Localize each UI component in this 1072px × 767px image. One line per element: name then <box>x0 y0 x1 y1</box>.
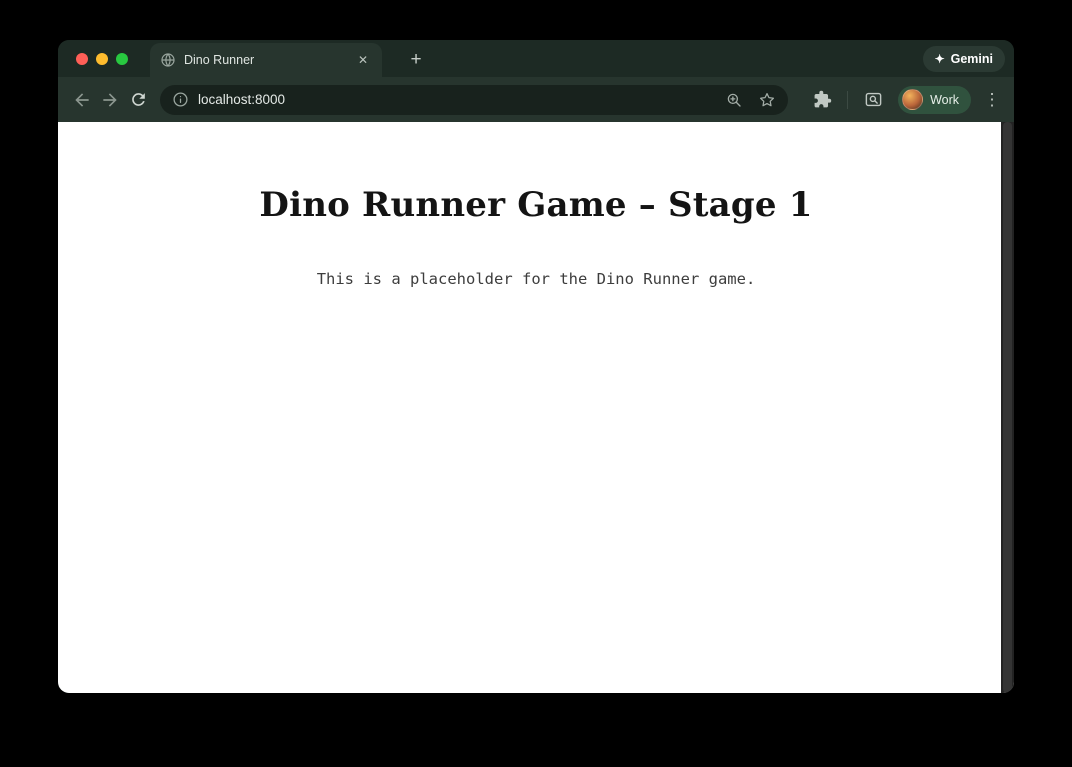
gemini-button[interactable]: ✦ Gemini <box>923 46 1005 72</box>
reload-icon <box>129 90 148 109</box>
tab-strip: Dino Runner ✕ + ✦ Gemini <box>58 40 1014 77</box>
url-text[interactable]: localhost:8000 <box>198 92 725 107</box>
address-bar[interactable]: localhost:8000 <box>160 85 788 115</box>
forward-button[interactable] <box>96 86 124 114</box>
profile-label: Work <box>930 93 959 107</box>
site-info-icon[interactable] <box>172 91 189 108</box>
close-window-button[interactable] <box>76 53 88 65</box>
tab-search-button[interactable] <box>859 86 887 114</box>
page-content: Dino Runner Game – Stage 1 This is a pla… <box>58 122 1014 693</box>
new-tab-button[interactable]: + <box>402 46 430 74</box>
window-search-icon <box>864 90 883 109</box>
zoom-icon[interactable] <box>725 91 743 109</box>
gemini-label: Gemini <box>951 52 993 66</box>
scrollbar-thumb[interactable] <box>1003 122 1012 693</box>
profile-avatar <box>902 89 923 110</box>
window-controls <box>76 40 128 77</box>
scrollbar[interactable] <box>1001 122 1014 693</box>
bookmark-star-icon[interactable] <box>758 91 776 109</box>
forward-arrow-icon <box>100 90 120 110</box>
omnibox-actions <box>725 91 776 109</box>
profile-chip[interactable]: Work <box>898 86 971 114</box>
browser-window: Dino Runner ✕ + ✦ Gemini <box>58 40 1014 693</box>
browser-menu-button[interactable]: ⋮ <box>982 91 1002 108</box>
page-title: Dino Runner Game – Stage 1 <box>58 122 1014 226</box>
minimize-window-button[interactable] <box>96 53 108 65</box>
toolbar-divider <box>847 91 848 109</box>
reload-button[interactable] <box>124 86 152 114</box>
tab-dino-runner[interactable]: Dino Runner ✕ <box>150 43 382 77</box>
gemini-sparkle-icon: ✦ <box>935 52 945 66</box>
globe-icon <box>160 52 176 68</box>
page-paragraph: This is a placeholder for the Dino Runne… <box>58 270 1014 288</box>
puzzle-icon <box>813 90 832 109</box>
toolbar-right-cluster: Work ⋮ <box>808 86 1002 114</box>
back-button[interactable] <box>68 86 96 114</box>
fullscreen-window-button[interactable] <box>116 53 128 65</box>
desktop-background: Dino Runner ✕ + ✦ Gemini <box>0 0 1072 767</box>
tab-close-icon[interactable]: ✕ <box>354 51 372 69</box>
tab-title: Dino Runner <box>184 53 346 67</box>
toolbar: localhost:8000 <box>58 77 1014 122</box>
back-arrow-icon <box>72 90 92 110</box>
extensions-button[interactable] <box>808 86 836 114</box>
